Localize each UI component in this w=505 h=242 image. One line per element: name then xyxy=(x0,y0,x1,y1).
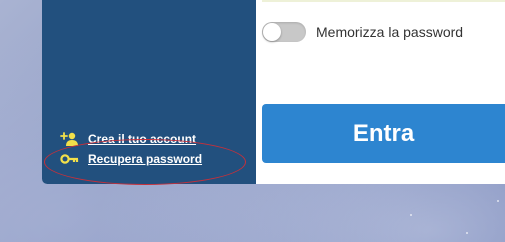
sparkle xyxy=(466,232,468,234)
input-bottom-edge xyxy=(262,0,505,2)
remember-password-label: Memorizza la password xyxy=(316,24,464,40)
sparkle xyxy=(410,214,412,216)
sparkle xyxy=(497,200,499,202)
recover-password-row[interactable]: Recupera password xyxy=(60,150,202,168)
key-icon xyxy=(60,151,80,167)
create-account-row[interactable]: Crea il tuo account xyxy=(60,130,196,148)
remember-password-toggle[interactable] xyxy=(262,22,306,42)
toggle-knob xyxy=(263,23,281,41)
login-button[interactable]: Entra xyxy=(262,104,505,163)
user-plus-icon xyxy=(60,131,80,147)
create-account-link[interactable]: Crea il tuo account xyxy=(88,132,196,146)
recover-password-link[interactable]: Recupera password xyxy=(88,152,202,166)
